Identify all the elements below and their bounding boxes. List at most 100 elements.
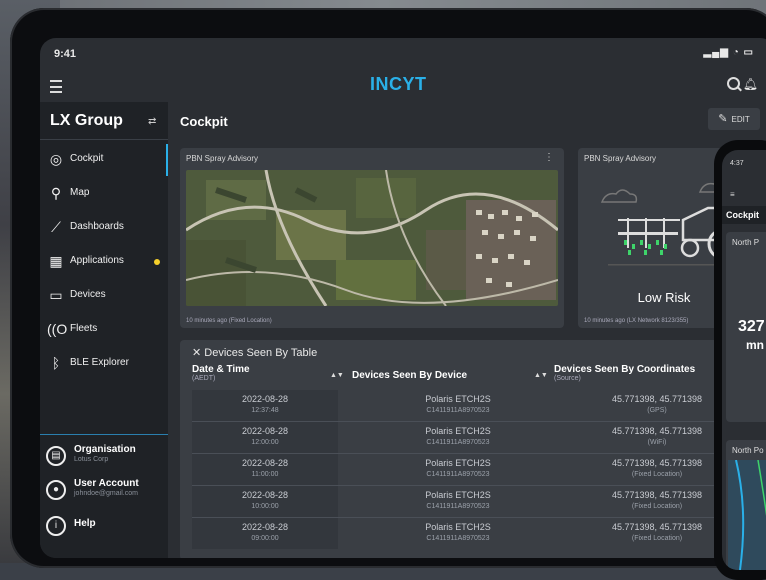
org-icon: ▤: [46, 446, 66, 466]
table-row[interactable]: 2022-08-28 10:00:00 Polaris ETCH2S C141191…: [192, 486, 752, 518]
table-title-text: Devices Seen By Table: [204, 347, 318, 359]
cockpit-icon: ◎: [49, 151, 63, 167]
sidebar: LX Group ⇄ ◎ Cockpit ⚲ Map ⟋ Dashboards …: [40, 102, 168, 558]
more-icon[interactable]: ⋮: [544, 152, 554, 163]
edit-label: EDIT: [731, 115, 750, 124]
main-content: Cockpit ✎ EDIT PBN Spray Advisory ⋮ 10 m…: [170, 102, 766, 558]
phone-card: North Po: [726, 440, 766, 570]
help-title: Help: [74, 518, 96, 529]
phone-card-unit: mn: [746, 338, 764, 352]
pencil-icon: ✎: [718, 113, 728, 125]
sidebar-item-label: Devices: [70, 289, 106, 300]
phone-map-thumbnail: [728, 460, 766, 570]
table-row[interactable]: 2022-08-28 12:00:00 Polaris ETCH2S C141191…: [192, 422, 752, 454]
devices-seen-table-card: ✕ Devices Seen By Table Date & Time (AEDT…: [180, 340, 766, 558]
app-bar: INCYT 🔔︎: [40, 66, 766, 102]
sidebar-item-label: Applications: [70, 255, 124, 266]
table-title: ✕ Devices Seen By Table: [192, 346, 317, 359]
phone-card: North P 327 mn: [726, 232, 766, 422]
spray-advisory-map-card: PBN Spray Advisory ⋮ 10 minutes ago (Fix…: [180, 148, 564, 328]
group-name: LX Group: [50, 112, 123, 129]
sidebar-item-ble-explorer[interactable]: ᛒ BLE Explorer: [40, 348, 168, 380]
sidebar-item-applications[interactable]: ▦ Applications: [40, 246, 168, 278]
satellite-map-image: [186, 170, 558, 306]
date-cell: 2022-08-28 09:00:00: [241, 522, 289, 542]
swap-icon[interactable]: ⇄: [148, 116, 156, 127]
sidebar-item-devices[interactable]: ▭ Devices: [40, 280, 168, 312]
table-row[interactable]: 2022-08-28 09:00:00 Polaris ETCH2S C141191…: [192, 518, 752, 550]
sidebar-item-cockpit[interactable]: ◎ Cockpit: [40, 144, 168, 176]
table-row[interactable]: 2022-08-28 12:37:48 Polaris ETCH2S C141191…: [192, 390, 752, 422]
sidebar-item-label: Fleets: [70, 323, 98, 334]
card-footer: 10 minutes ago (Fixed Location): [186, 318, 272, 324]
search-icon[interactable]: [727, 77, 740, 90]
sort-icon[interactable]: ▲▼: [534, 372, 548, 379]
sidebar-divider: [40, 434, 168, 435]
notification-dot: [154, 259, 160, 265]
phone-screen: 4:37 ≡ Cockpit North P 327 mn North Po: [722, 150, 766, 570]
user-email: johndoe@gmail.com: [74, 490, 138, 497]
phone-frame: 4:37 ≡ Cockpit North P 327 mn North Po: [714, 140, 766, 580]
card-title: PBN Spray Advisory: [186, 154, 259, 163]
page-title: Cockpit: [180, 114, 228, 129]
satellite-map[interactable]: [186, 170, 558, 306]
column-header-sub: (Source): [554, 375, 581, 382]
sidebar-item-label: Map: [70, 187, 90, 198]
column-header-device[interactable]: Devices Seen By Device: [352, 370, 467, 381]
phone-page-title: Cockpit: [722, 206, 766, 224]
sidebar-item-label: BLE Explorer: [70, 357, 129, 368]
user-account-item[interactable]: ● User Account johndoe@gmail.com: [40, 474, 168, 508]
column-header-sub: (AEDT): [192, 375, 216, 382]
bell-icon[interactable]: 🔔︎: [743, 77, 758, 91]
date-cell: 2022-08-28 11:00:00: [241, 458, 289, 478]
phone-card-title: North Po: [732, 446, 764, 455]
close-icon[interactable]: ✕: [192, 347, 204, 359]
map-pin-icon: ⚲: [50, 185, 62, 201]
column-header-label: Devices Seen By Coordinates: [554, 364, 696, 375]
organisation-title: Organisation: [74, 444, 136, 455]
sidebar-item-dashboards[interactable]: ⟋ Dashboards: [40, 212, 168, 244]
column-header-label: Date & Time: [192, 364, 250, 375]
phone-status-time: 4:37: [730, 160, 744, 167]
sidebar-item-label: Dashboards: [70, 221, 124, 232]
card-title: PBN Spray Advisory: [584, 154, 657, 163]
help-item[interactable]: i Help: [40, 510, 168, 544]
date-cell: 2022-08-28 12:37:48: [241, 394, 289, 414]
grid-icon: ▦: [49, 253, 63, 269]
column-header-date[interactable]: Date & Time (AEDT): [192, 364, 250, 382]
status-bar: 9:41 ▂▄▆ ◔ ▭: [40, 38, 766, 66]
organisation-item[interactable]: ▤ Organisation Lotus Corp: [40, 440, 168, 474]
date-cell: 2022-08-28 10:00:00: [241, 490, 289, 510]
phone-card-title: North P: [732, 238, 760, 247]
devices-icon: ▭: [49, 287, 63, 303]
device-cell: Polaris ETCH2S C1411911A8970523: [425, 490, 491, 510]
phone-menu-icon[interactable]: ≡: [730, 190, 735, 199]
tablet-frame: 9:41 ▂▄▆ ◔ ▭ INCYT 🔔︎ LX Group ⇄ ◎ Cockp…: [10, 8, 766, 568]
sort-icon[interactable]: ▲▼: [330, 372, 344, 379]
sidebar-divider: [40, 139, 168, 140]
sidebar-item-map[interactable]: ⚲ Map: [40, 178, 168, 210]
device-cell: Polaris ETCH2S C1411911A8970523: [425, 522, 491, 542]
bluetooth-icon: ᛒ: [51, 355, 61, 371]
menu-icon[interactable]: [50, 80, 62, 93]
status-indicators: ▂▄▆ ◔ ▭: [703, 47, 754, 58]
user-icon: ●: [46, 480, 66, 500]
user-account-title: User Account: [74, 478, 139, 489]
phone-card-value: 327: [738, 318, 765, 335]
organisation-name: Lotus Corp: [74, 456, 109, 463]
help-icon: i: [46, 516, 66, 536]
device-cell: Polaris ETCH2S C1411911A8970523: [425, 394, 491, 414]
tablet-screen: 9:41 ▂▄▆ ◔ ▭ INCYT 🔔︎ LX Group ⇄ ◎ Cockp…: [40, 38, 766, 558]
sidebar-item-label: Cockpit: [70, 153, 104, 164]
status-time: 9:41: [54, 48, 77, 60]
column-header-coordinates[interactable]: Devices Seen By Coordinates (Source): [554, 364, 695, 382]
chart-line-icon: ⟋: [51, 219, 61, 235]
app-logo: INCYT: [370, 74, 427, 94]
date-cell: 2022-08-28 12:00:00: [241, 426, 289, 446]
edit-button[interactable]: ✎ EDIT: [708, 108, 760, 130]
sidebar-item-fleets[interactable]: ((O Fleets: [40, 314, 168, 346]
device-cell: Polaris ETCH2S C1411911A8970523: [425, 426, 491, 446]
card-footer: 10 minutes ago (LX Network 8123/355): [584, 318, 689, 324]
fleets-icon: ((O: [47, 321, 68, 337]
table-row[interactable]: 2022-08-28 11:00:00 Polaris ETCH2S C141191…: [192, 454, 752, 486]
